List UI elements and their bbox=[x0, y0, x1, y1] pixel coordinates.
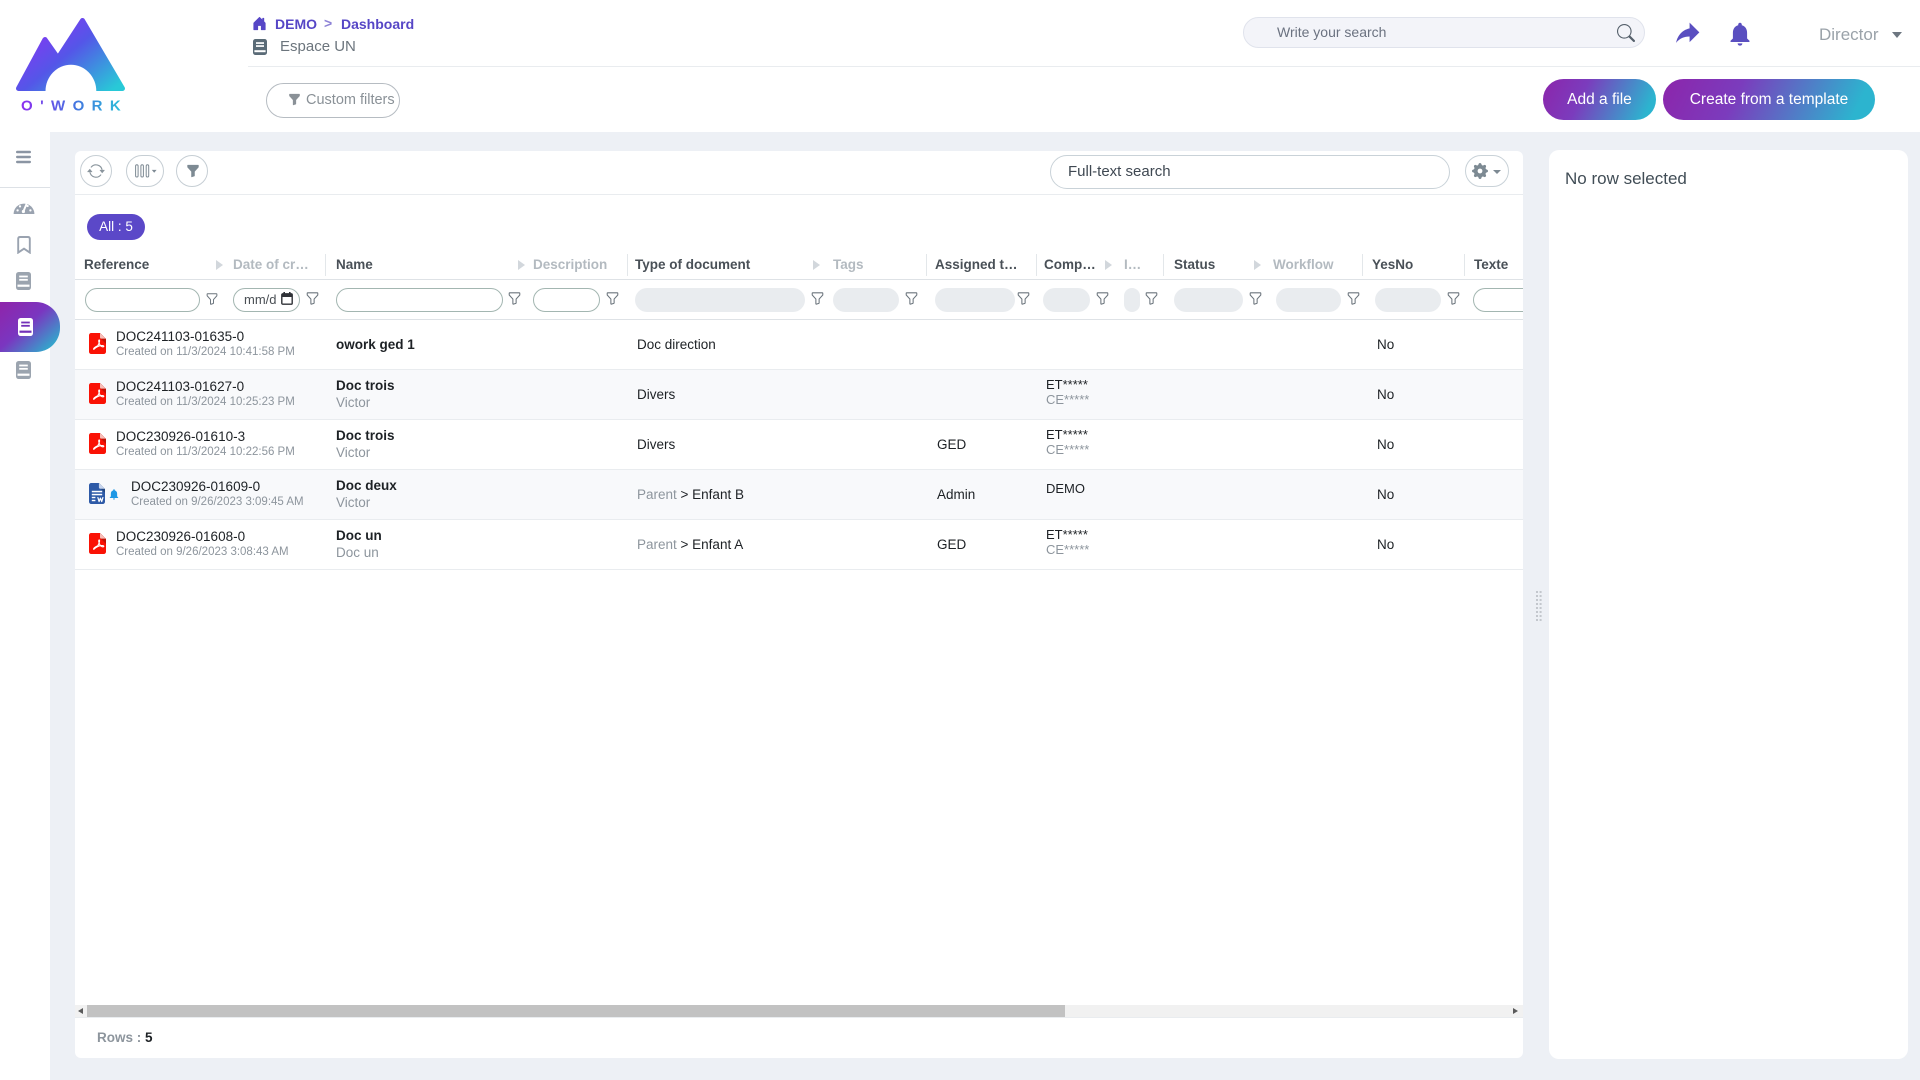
svg-text:O'WORK: O'WORK bbox=[21, 98, 126, 113]
